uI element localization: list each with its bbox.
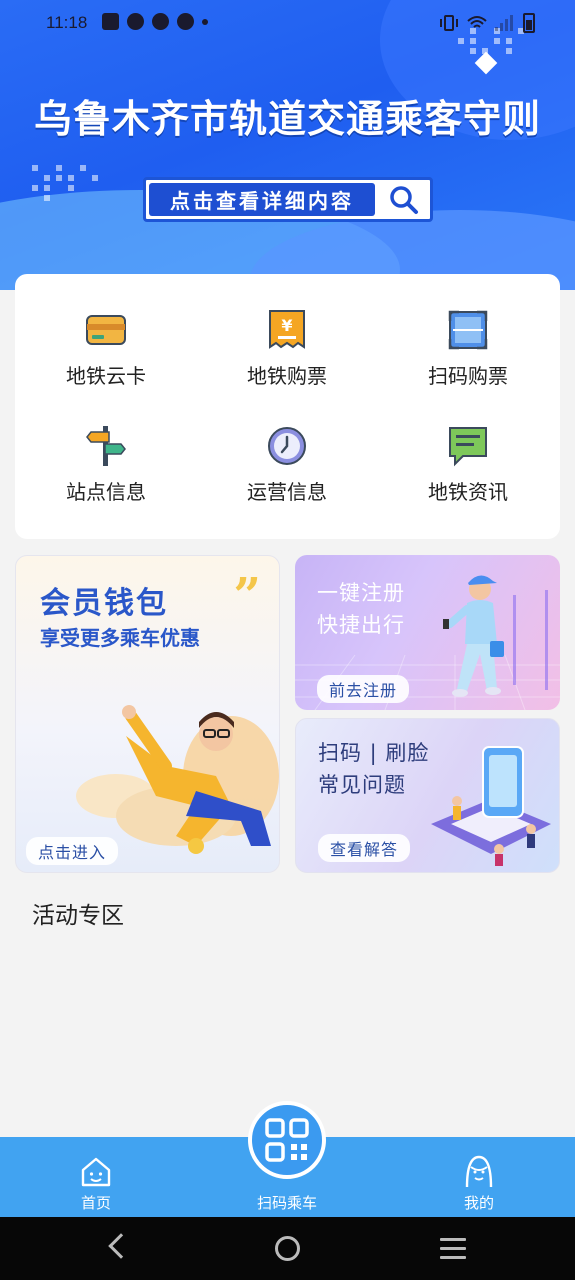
card-icon [84,308,128,352]
top-banner[interactable]: 11:18 乌鲁木齐市轨道交通乘客守则 点击查看详细内容 [0,0,575,290]
register-line-2: 快捷出行 [317,613,405,637]
register-text: 一键注册 快捷出行 [317,577,405,641]
tab-home-label: 首页 [80,1194,111,1212]
grid-item-label: 站点信息 [66,480,146,504]
scan-ride-button[interactable] [248,1101,326,1179]
news-icon [446,424,490,468]
grid-item-label: 地铁资讯 [428,480,508,504]
home-icon [81,1157,111,1187]
notification-icon [152,13,169,30]
recent-apps-icon[interactable] [440,1238,466,1265]
qr-code-icon [265,1118,309,1162]
notification-icons [102,13,208,30]
grid-item-cloud-card[interactable]: 地铁云卡 [26,308,186,389]
ticket-icon: ¥ [265,308,309,352]
member-wallet-card[interactable]: 会员钱包 享受更多乘车优惠 ” 点击进入 [15,555,280,873]
quote-mark-decoration: ” [233,568,261,624]
register-line-1: 一键注册 [317,581,405,605]
clock-icon [265,424,309,468]
grid-item-label: 扫码购票 [428,364,508,388]
member-wallet-title: 会员钱包 [40,586,168,621]
grid-item-operation-info[interactable]: 运营信息 [207,424,367,505]
status-bar: 11:18 [0,0,575,46]
back-icon[interactable] [108,1233,134,1259]
grid-item-label: 地铁购票 [247,364,327,388]
pixel-dots-decoration [32,165,100,201]
home-nav-icon[interactable] [275,1236,300,1261]
svg-text:¥: ¥ [281,316,292,335]
function-grid: 地铁云卡 ¥ 地铁购票 扫码购票 站点信息 运营信息 地铁资讯 [15,274,560,539]
member-wallet-subtitle: 享受更多乘车优惠 [40,626,200,650]
faq-line-2: 常见问题 [318,773,406,797]
phone-scan-illustration [431,746,551,866]
activity-section-title: 活动专区 [32,903,124,929]
system-navigation-bar [0,1217,575,1280]
notification-icon [127,13,144,30]
search-button[interactable] [378,180,430,219]
profile-icon [465,1155,493,1188]
battery-icon [523,13,535,33]
scan-icon [446,308,490,352]
grid-item-metro-news[interactable]: 地铁资讯 [388,424,548,505]
tab-scan-label: 扫码乘车 [256,1194,317,1212]
status-time: 11:18 [46,13,88,32]
grid-item-label: 运营信息 [247,480,327,504]
banner-title: 乌鲁木齐市轨道交通乘客守则 [33,97,541,141]
faq-text: 扫码 | 刷脸 常见问题 [318,737,429,801]
grid-item-buy-ticket[interactable]: ¥ 地铁购票 [207,308,367,389]
notification-icon [177,13,194,30]
grid-item-label: 地铁云卡 [66,364,146,388]
signpost-icon [84,424,128,468]
go-register-button[interactable]: 前去注册 [317,675,410,703]
tab-mine-label: 我的 [463,1194,494,1212]
vibrate-icon [440,15,458,31]
view-answers-button[interactable]: 查看解答 [318,834,411,862]
walking-person-illustration [443,575,504,697]
search-icon [390,185,418,214]
wifi-icon [467,16,487,28]
faq-line-1: 扫码 | 刷脸 [318,741,430,765]
member-wallet-enter-button[interactable]: 点击进入 [26,837,119,865]
rules-detail-link[interactable]: 点击查看详细内容 [149,183,375,216]
faq-card[interactable]: 扫码 | 刷脸 常见问题 查看解答 [295,718,560,873]
register-card[interactable]: 一键注册 快捷出行 前去注册 [295,555,560,710]
grid-item-station-info[interactable]: 站点信息 [26,424,186,505]
rules-search-box[interactable]: 点击查看详细内容 [143,177,433,222]
notification-icon [102,13,119,30]
system-icons [439,13,535,33]
grid-item-scan-ticket[interactable]: 扫码购票 [388,308,548,389]
more-notifications-icon [202,18,208,25]
signal-icon [495,15,515,31]
